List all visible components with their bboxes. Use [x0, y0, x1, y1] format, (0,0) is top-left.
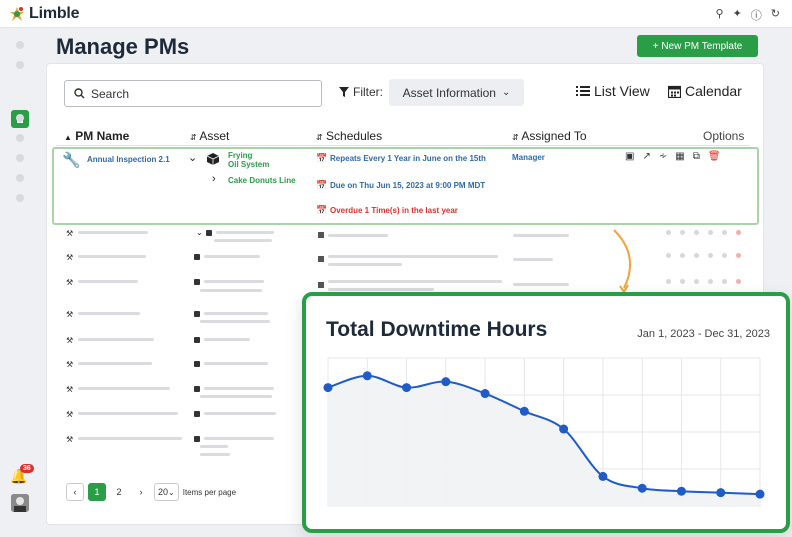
schedule-repeat: Repeats Every 1 Year in June on the 15th	[330, 154, 486, 163]
assigned-to-link[interactable]: Manager	[512, 153, 545, 162]
data-point[interactable]	[441, 377, 451, 387]
chevron-down-icon: ⌄	[501, 87, 511, 98]
data-point[interactable]	[559, 424, 569, 434]
calendar-icon: 📅	[316, 180, 328, 190]
pm-name-link[interactable]: Annual Inspection 2.1	[87, 155, 170, 164]
search-icon[interactable]: ⚲	[716, 7, 724, 23]
header-asset[interactable]: ⇵ Asset	[190, 129, 229, 143]
data-point[interactable]	[480, 389, 490, 399]
chevron-right-icon[interactable]: ›	[212, 173, 216, 185]
data-point[interactable]	[323, 383, 333, 393]
search-icon	[74, 88, 85, 99]
copy-icon[interactable]: ⧉	[693, 151, 700, 162]
data-point[interactable]	[519, 406, 529, 416]
data-point[interactable]	[716, 488, 726, 498]
child-asset-link[interactable]: Cake Donuts Line	[228, 176, 296, 185]
nav-item[interactable]	[16, 174, 24, 182]
header-divider	[56, 145, 750, 146]
left-nav	[0, 28, 40, 537]
chart-date-range: Jan 1, 2023 - Dec 31, 2023	[637, 328, 770, 340]
calendar-icon	[668, 85, 681, 98]
filter-icon	[339, 87, 349, 97]
callout-arrow	[613, 229, 631, 294]
filter-select[interactable]: Asset Information ⌄	[389, 79, 524, 106]
help-icon[interactable]: ⓘ	[751, 7, 762, 23]
dropdown-icon[interactable]: ▣	[625, 151, 634, 162]
delete-icon[interactable]: 🗑	[708, 151, 721, 162]
app-name: Limble	[29, 5, 80, 22]
prev-page-button[interactable]: ‹	[66, 483, 84, 501]
limble-leaf-icon	[10, 7, 24, 21]
qr-icon[interactable]: ▦	[675, 151, 684, 162]
list-view-button[interactable]: List View	[576, 83, 650, 99]
pin-icon[interactable]: ✦	[733, 7, 742, 23]
nav-item[interactable]	[16, 61, 24, 69]
per-page-select[interactable]: 20 ⌄	[154, 483, 179, 501]
chart-title: Total Downtime Hours	[326, 318, 548, 341]
data-point[interactable]	[402, 383, 412, 393]
schedule-overdue: Overdue 1 Time(s) in the last year	[330, 206, 458, 215]
new-pm-template-button[interactable]: + New PM Template	[637, 35, 758, 57]
nav-item[interactable]	[16, 154, 24, 162]
downtime-chart	[323, 357, 765, 507]
page-2-button[interactable]: 2	[110, 483, 128, 501]
data-point[interactable]	[598, 471, 608, 481]
header-pm-name[interactable]: ▲ PM Name	[64, 129, 129, 143]
data-point[interactable]	[362, 371, 372, 381]
wrench-icon: 🔧	[62, 152, 81, 169]
cube-icon	[206, 152, 220, 170]
nav-item[interactable]	[16, 41, 24, 49]
pagination: ‹ 1 2 › 20 ⌄ Items per page	[66, 483, 236, 501]
limble-logo[interactable]: Limble	[8, 5, 80, 23]
schedule-due: Due on Thu Jun 15, 2023 at 9:00 PM MDT	[330, 181, 486, 190]
calendar-alert-icon: 📅	[316, 205, 328, 215]
nav-item[interactable]	[16, 114, 24, 122]
search-input[interactable]: Search	[64, 80, 322, 107]
top-icons: ⚲ ✦ ⓘ ↻	[716, 7, 781, 23]
sync-icon[interactable]: ↻	[771, 7, 780, 23]
page-1-button[interactable]: 1	[88, 483, 106, 501]
filter-label: Filter:	[339, 85, 383, 99]
search-placeholder: Search	[91, 86, 130, 101]
data-point[interactable]	[637, 483, 647, 493]
downtime-chart-card: Total Downtime Hours Jan 1, 2023 - Dec 3…	[302, 292, 790, 533]
asset-link[interactable]: Frying Oil System	[228, 151, 269, 169]
open-icon[interactable]: ↗	[642, 151, 650, 162]
data-point[interactable]	[676, 486, 686, 496]
top-bar: Limble ⚲ ✦ ⓘ ↻	[0, 0, 792, 28]
calendar-icon: 📅	[316, 153, 328, 163]
data-point[interactable]	[755, 489, 765, 499]
header-options: Options	[703, 129, 745, 143]
rss-icon[interactable]: ∻	[659, 151, 667, 162]
calendar-view-button[interactable]: Calendar	[668, 83, 742, 99]
header-schedules[interactable]: ⇵ Schedules	[316, 129, 382, 143]
list-icon	[576, 86, 590, 96]
chevron-down-icon[interactable]: ⌄	[188, 151, 197, 164]
notification-badge: 36	[20, 464, 34, 473]
avatar[interactable]	[11, 494, 29, 512]
next-page-button[interactable]: ›	[132, 483, 150, 501]
nav-item[interactable]	[16, 134, 24, 142]
per-page-label: Items per page	[182, 487, 237, 497]
row-options: ▣ ↗ ∻ ▦ ⧉ 🗑	[625, 151, 721, 162]
header-assigned-to[interactable]: ⇵ Assigned To	[512, 129, 587, 143]
page-title: Manage PMs	[56, 34, 190, 59]
nav-item[interactable]	[16, 194, 24, 202]
